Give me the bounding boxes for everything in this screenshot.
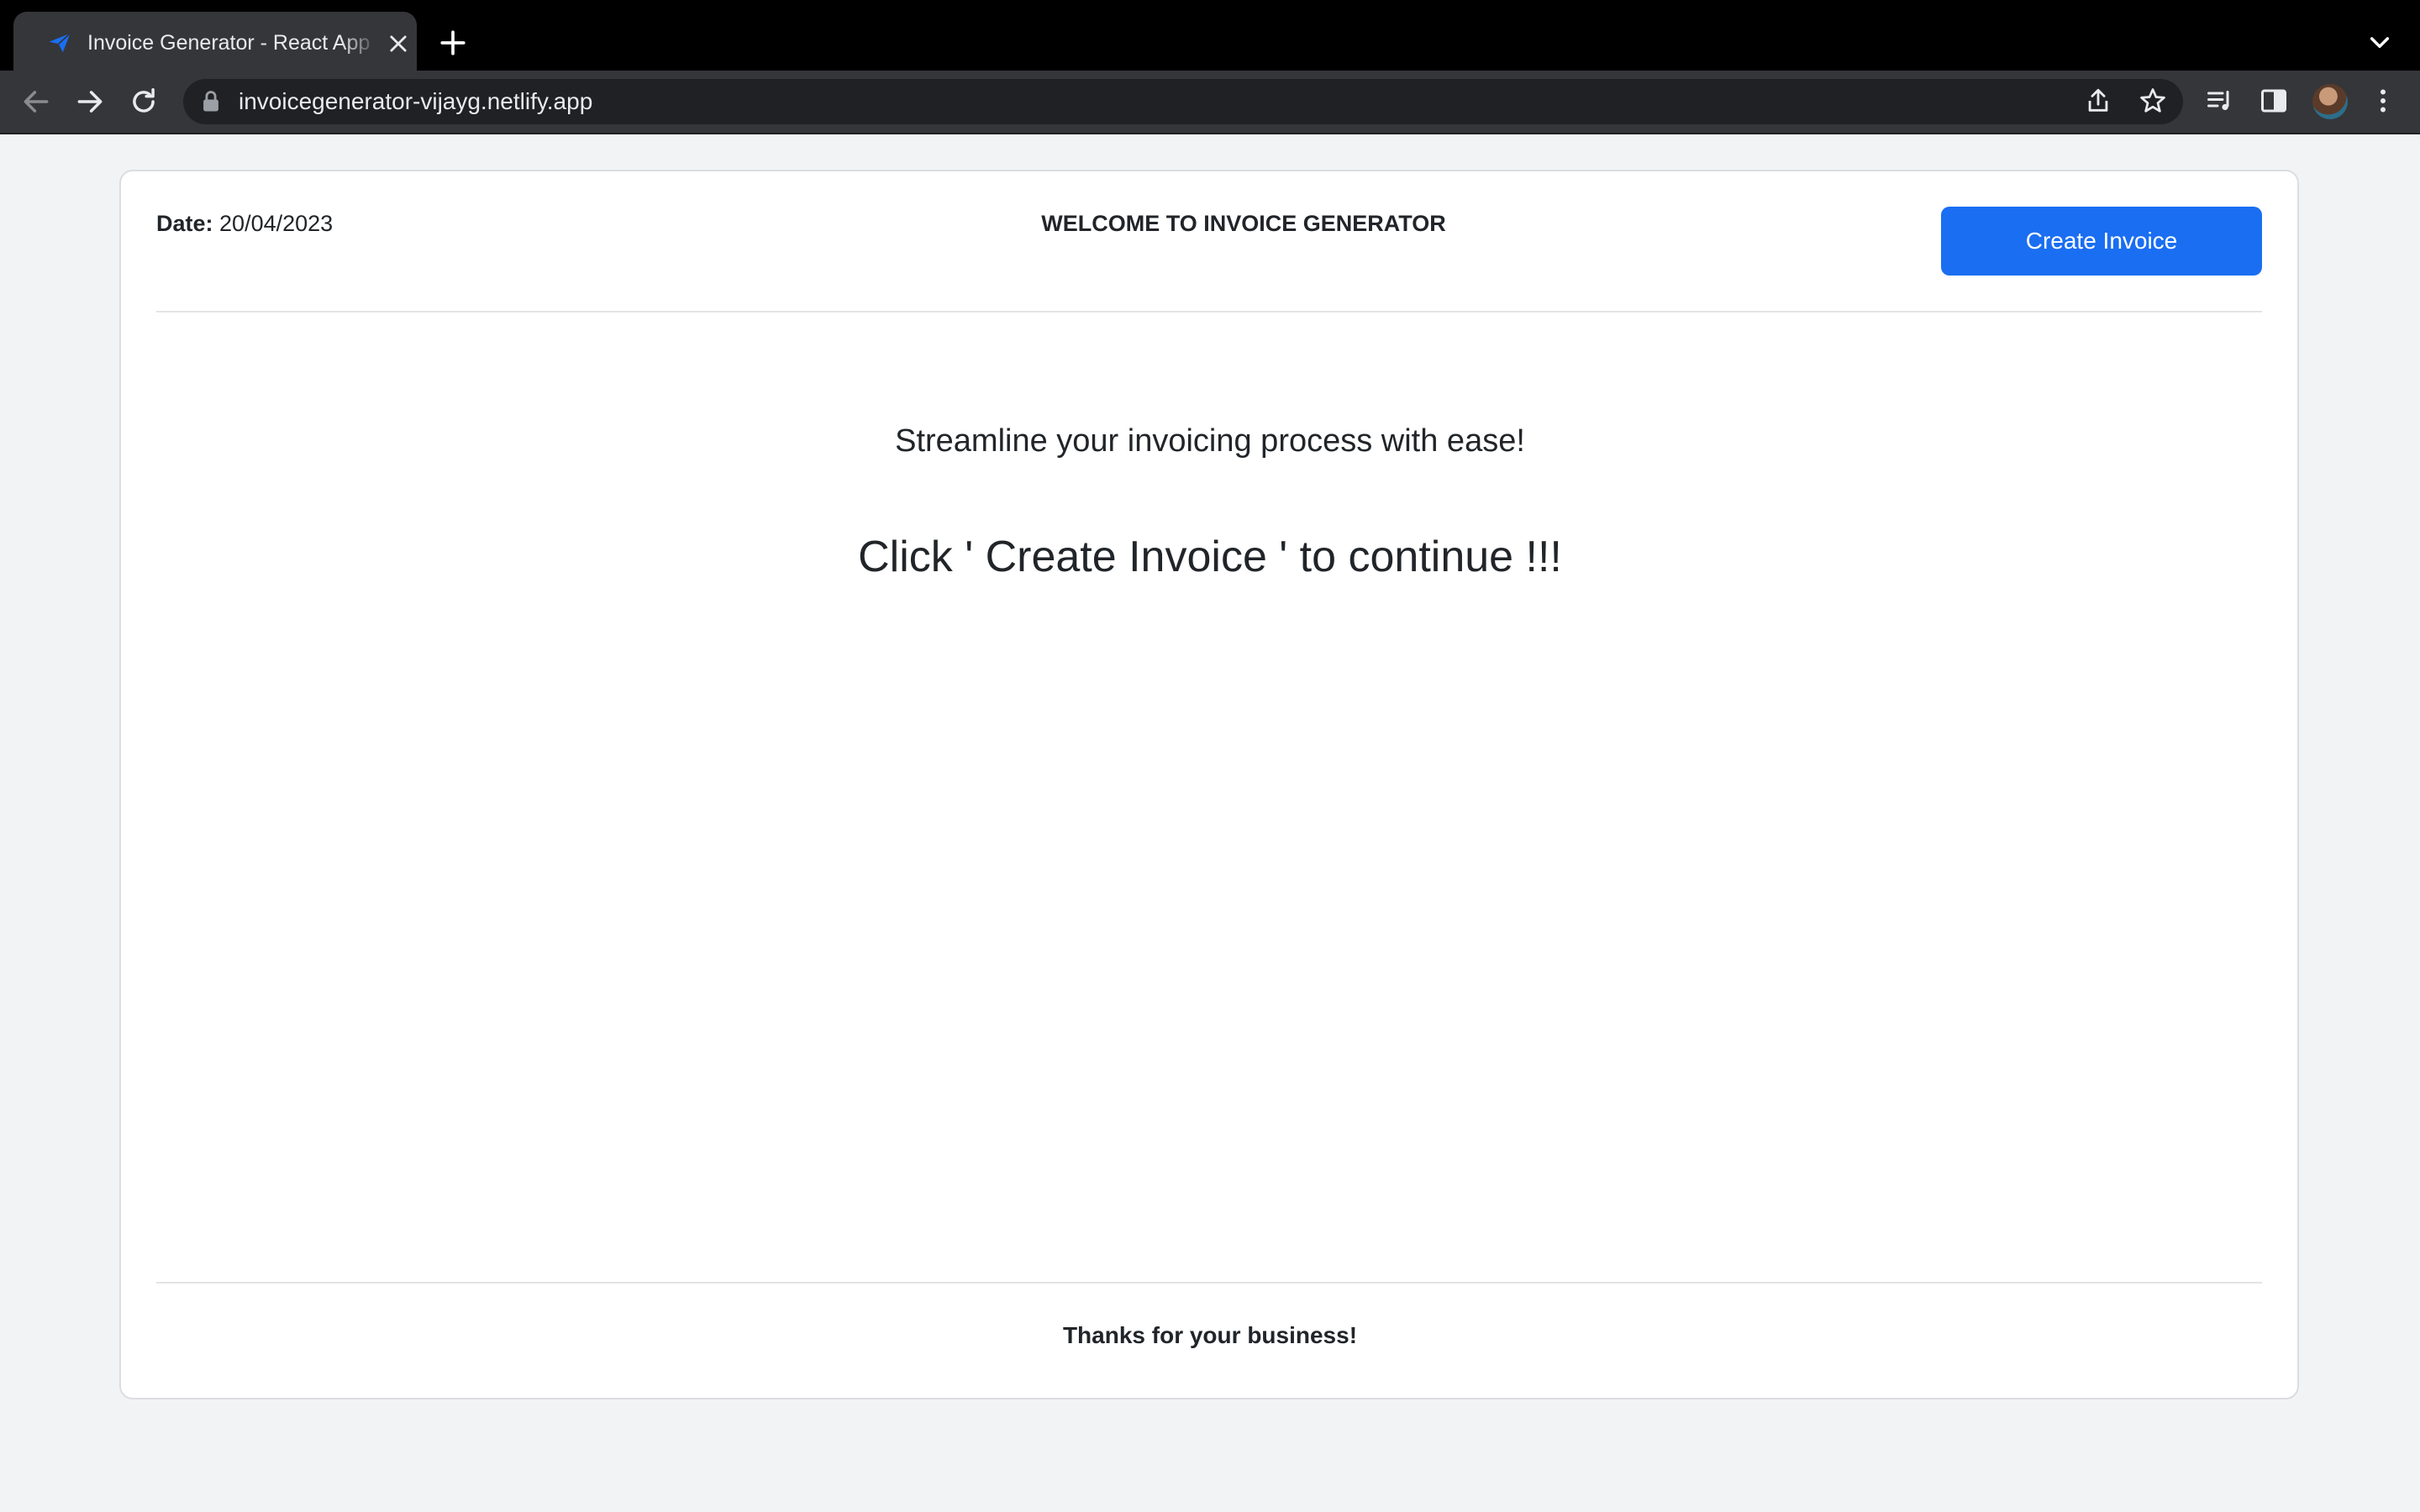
tab-title: Invoice Generator - React App: [87, 31, 371, 55]
side-panel-icon[interactable]: [2259, 86, 2289, 116]
footer-thanks-text: Thanks for your business!: [1062, 1322, 1358, 1348]
lock-icon[interactable]: [200, 90, 222, 113]
paper-plane-icon: [49, 33, 71, 53]
header-divider: [156, 311, 2262, 312]
url-text[interactable]: invoicegenerator-vijayg.netlify.app: [239, 86, 592, 118]
new-tab-plus-icon[interactable]: [439, 29, 467, 57]
browser-tab-active[interactable]: Invoice Generator - React App: [13, 12, 417, 71]
arrow-left-icon[interactable]: [20, 86, 52, 118]
date-value: 20/04/2023: [219, 211, 334, 236]
kebab-menu-icon[interactable]: [2371, 86, 2395, 116]
invoice-card: [119, 170, 2299, 1399]
close-icon[interactable]: [387, 32, 410, 55]
browser-tab-strip: Invoice Generator - React App: [0, 0, 2420, 71]
toolbar-divider: [0, 133, 2420, 134]
chevron-down-icon[interactable]: [2366, 29, 2393, 55]
create-invoice-button[interactable]: Create Invoice: [1941, 207, 2262, 276]
date-label: Date:: [156, 211, 213, 236]
footer-divider: [156, 1282, 2262, 1284]
tagline-text: Streamline your invoicing process with e…: [895, 423, 1525, 459]
avatar[interactable]: [2312, 84, 2348, 119]
date-display: Date: 20/04/2023: [156, 208, 333, 239]
reload-icon[interactable]: [128, 86, 160, 118]
arrow-right-icon[interactable]: [74, 86, 106, 118]
call-to-action-text: Click ' Create Invoice ' to continue !!!: [858, 533, 1562, 581]
star-icon[interactable]: [2138, 86, 2168, 116]
share-icon[interactable]: [2084, 87, 2112, 115]
page-title: WELCOME TO INVOICE GENERATOR: [1041, 211, 1446, 236]
tab-title-fade: [341, 25, 378, 59]
media-control-icon[interactable]: [2205, 86, 2235, 116]
